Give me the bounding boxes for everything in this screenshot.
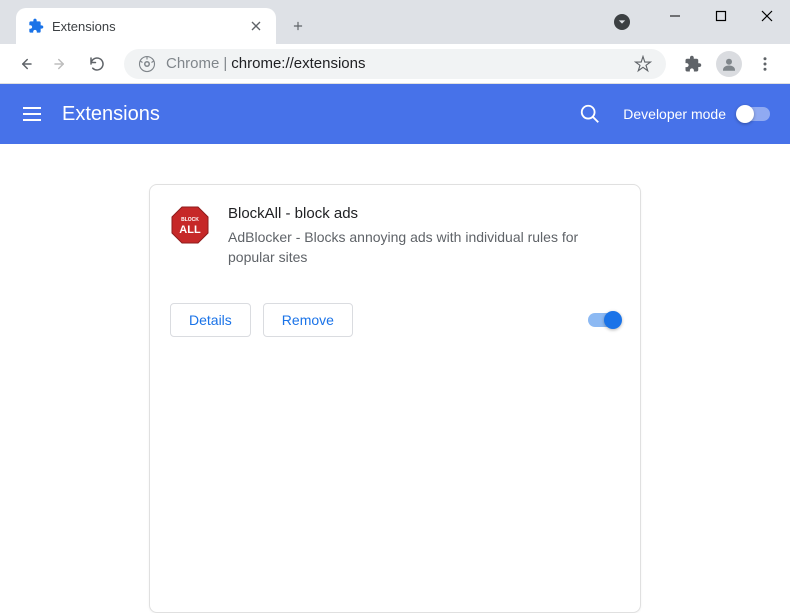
extension-favicon	[28, 18, 44, 34]
svg-text:BLOCK: BLOCK	[181, 217, 199, 223]
profile-button[interactable]	[714, 49, 744, 79]
address-bar[interactable]: Chrome | chrome://extensions	[124, 49, 666, 79]
hamburger-menu-icon[interactable]	[20, 102, 44, 126]
details-button[interactable]: Details	[170, 303, 251, 337]
browser-toolbar: Chrome | chrome://extensions	[0, 44, 790, 84]
extensions-content: PC risk.com BLOCK ALL BlockAll - block a…	[0, 144, 790, 613]
extension-description: AdBlocker - Blocks annoying ads with ind…	[228, 228, 620, 267]
browser-tab[interactable]: Extensions	[16, 8, 276, 44]
site-info-icon[interactable]	[138, 55, 156, 73]
extension-enable-toggle[interactable]	[588, 313, 620, 327]
svg-text:ALL: ALL	[179, 224, 201, 236]
minimize-button[interactable]	[652, 0, 698, 32]
extension-card: BLOCK ALL BlockAll - block ads AdBlocker…	[149, 184, 641, 613]
back-button[interactable]	[10, 49, 40, 79]
extension-icon: BLOCK ALL	[170, 205, 210, 245]
extensions-puzzle-icon[interactable]	[678, 49, 708, 79]
tab-close-icon[interactable]	[248, 18, 264, 34]
search-icon[interactable]	[579, 103, 601, 125]
url-separator: |	[223, 55, 227, 72]
extension-name: BlockAll - block ads	[228, 205, 620, 222]
close-window-button[interactable]	[744, 0, 790, 32]
window-titlebar: Extensions	[0, 0, 790, 44]
forward-button[interactable]	[46, 49, 76, 79]
url-path: chrome://extensions	[231, 55, 634, 72]
developer-mode-toggle[interactable]	[738, 107, 770, 121]
bookmark-star-icon[interactable]	[634, 55, 652, 73]
remove-button[interactable]: Remove	[263, 303, 353, 337]
page-title: Extensions	[62, 103, 579, 126]
maximize-button[interactable]	[698, 0, 744, 32]
url-scheme: Chrome	[166, 55, 219, 72]
menu-button[interactable]	[750, 49, 780, 79]
new-tab-button[interactable]	[284, 12, 312, 40]
avatar-icon	[716, 51, 742, 77]
tab-title: Extensions	[52, 19, 248, 34]
window-controls	[652, 0, 790, 32]
dropdown-caret-icon[interactable]	[614, 14, 630, 30]
extensions-header: Extensions Developer mode	[0, 84, 790, 144]
developer-mode-label: Developer mode	[623, 106, 726, 122]
reload-button[interactable]	[82, 49, 112, 79]
